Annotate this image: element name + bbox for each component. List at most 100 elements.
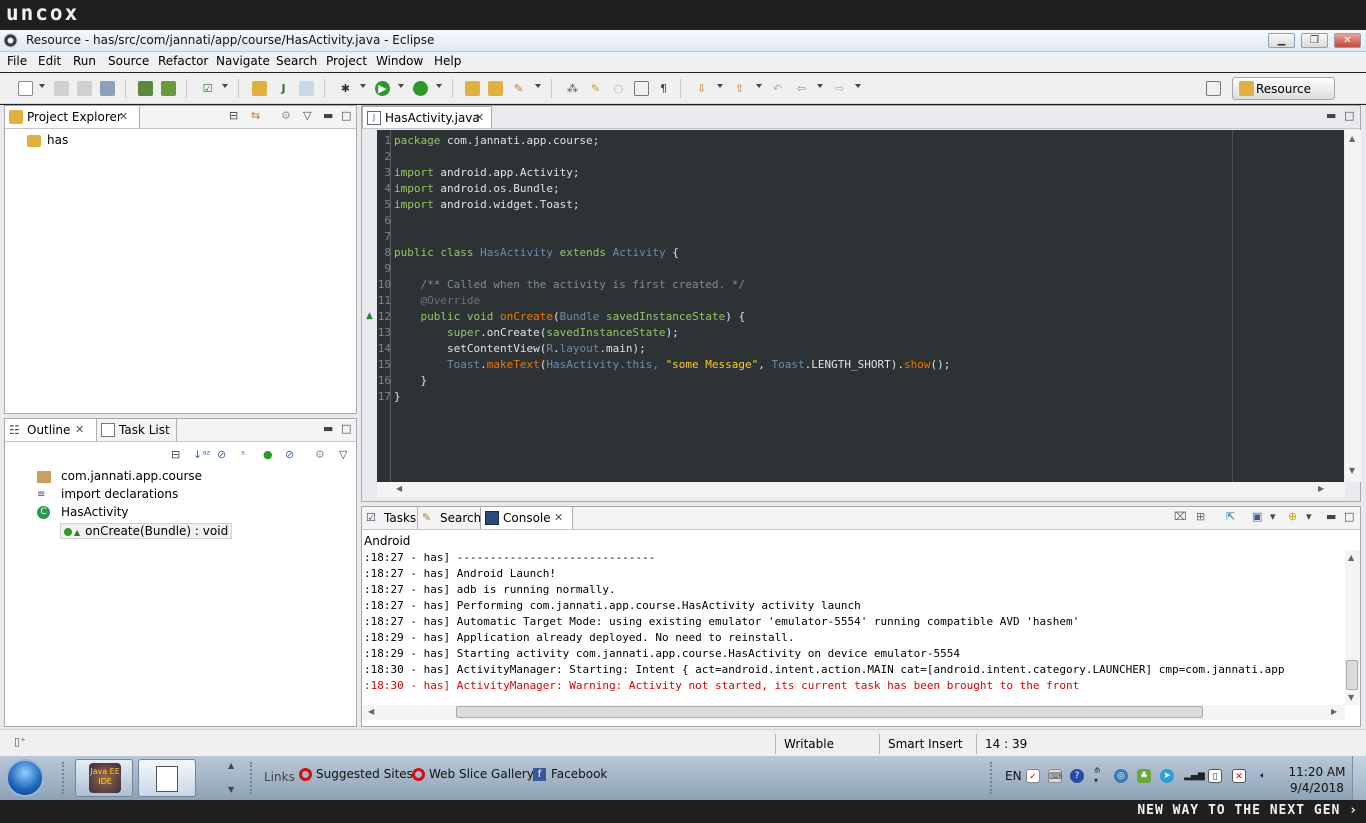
keyboard-icon[interactable]: ⌨ — [1048, 769, 1062, 783]
console-hscroll-thumb[interactable] — [456, 706, 1203, 718]
menu-refactor[interactable]: Refactor — [158, 54, 208, 68]
forward-dropdown-icon[interactable] — [855, 84, 861, 88]
check-dropdown-icon[interactable] — [222, 84, 228, 88]
open-perspective-icon[interactable] — [1206, 81, 1221, 96]
editor-vertical-scrollbar[interactable]: ▲ ▼ — [1345, 130, 1361, 482]
open-folder-icon[interactable] — [488, 81, 503, 96]
view-dropdown-icon[interactable]: ▽ — [303, 109, 311, 122]
new-file-icon[interactable] — [18, 81, 33, 96]
battery-icon[interactable]: ▯ — [1208, 769, 1222, 783]
external-tools-icon[interactable] — [413, 81, 428, 96]
display-console-dropdown-icon[interactable]: ▾ — [1270, 510, 1276, 523]
menu-search[interactable]: Search — [276, 54, 317, 68]
console-scroll-thumb[interactable] — [1346, 660, 1358, 690]
telegram-icon[interactable]: ➤ — [1160, 769, 1174, 783]
maximize-button[interactable]: ❐ — [1301, 33, 1328, 48]
menu-navigate[interactable]: Navigate — [216, 54, 270, 68]
print-icon[interactable] — [100, 81, 115, 96]
taskbar-app-window[interactable] — [138, 759, 196, 797]
highlight-icon[interactable]: ✎ — [588, 81, 603, 96]
network-app-icon[interactable]: ♣ — [1137, 769, 1151, 783]
link-editor-icon[interactable]: ⇆ — [251, 109, 260, 122]
search-tool-icon[interactable]: ✎ — [511, 81, 526, 96]
link-web-slice-gallery[interactable]: Web Slice Gallery — [412, 767, 534, 781]
back-icon[interactable]: ⇦ — [794, 81, 809, 96]
outline-menu-icon[interactable]: ⚙ — [315, 448, 325, 461]
volume-icon[interactable]: 🔈︎ — [1256, 769, 1270, 783]
tray-expand-icon[interactable]: ⟰ ▾ — [1094, 766, 1101, 786]
console-output[interactable]: :18:27 - has] --------------------------… — [362, 550, 1345, 705]
menu-project[interactable]: Project — [326, 54, 367, 68]
last-edit-icon[interactable]: ↶ — [770, 81, 785, 96]
display-console-icon[interactable]: ▣ — [1252, 510, 1262, 523]
tab-console[interactable]: Console ✕ — [481, 507, 573, 529]
scroll-down-icon[interactable]: ▼ — [1349, 466, 1355, 475]
back-dropdown-icon[interactable] — [817, 84, 823, 88]
editor-horizontal-scrollbar[interactable]: ◀ ▶ — [377, 482, 1345, 497]
scroll-lock-icon[interactable]: ⊞ — [1196, 510, 1205, 523]
link-facebook[interactable]: f Facebook — [533, 767, 607, 781]
save-all-icon[interactable] — [77, 81, 92, 96]
prev-annotation-dropdown-icon[interactable] — [756, 84, 762, 88]
close-editor-tab-icon[interactable]: ✕ — [475, 107, 484, 129]
prev-annotation-icon[interactable]: ⇧ — [732, 81, 747, 96]
tab-hasactivity-java[interactable]: J HasActivity.java ✕ — [362, 106, 492, 128]
open-console-dropdown-icon[interactable]: ▾ — [1306, 510, 1312, 523]
maximize-editor-icon[interactable]: □ — [1344, 109, 1354, 122]
minimize-button[interactable]: ▁ — [1268, 33, 1295, 48]
tree-item-project[interactable]: has — [27, 133, 68, 147]
signal-strength-icon[interactable]: ▂▄▆ — [1184, 769, 1205, 783]
next-annotation-icon[interactable]: ⇩ — [694, 81, 709, 96]
tab-project-explorer[interactable]: Project Explorer ✕ — [5, 106, 140, 128]
outline-dropdown-icon[interactable]: ▽ — [339, 448, 347, 461]
checkbox-icon[interactable]: ☑ — [200, 81, 215, 96]
language-indicator[interactable]: EN — [1005, 769, 1022, 783]
hide-local-types-icon[interactable]: ⊘ — [285, 448, 294, 461]
junit-icon[interactable]: J — [276, 81, 291, 96]
console-horizontal-scrollbar[interactable]: ◀ ▶ — [362, 705, 1345, 720]
taskbar-scroll-icon[interactable]: ▲ ▼ — [228, 760, 240, 796]
hide-nonpublic-icon[interactable]: ● — [263, 448, 273, 461]
taskbar-app-eclipse[interactable]: Java EE IDE — [75, 759, 133, 797]
close-outline-icon[interactable]: ✕ — [75, 419, 84, 441]
save-icon[interactable] — [54, 81, 69, 96]
tab-tasks[interactable]: ☑ Tasks — [362, 507, 418, 529]
menu-window[interactable]: Window — [376, 54, 423, 68]
close-console-icon[interactable]: ✕ — [554, 507, 563, 529]
show-desktop-button[interactable] — [1352, 756, 1366, 800]
new-class-icon[interactable] — [299, 81, 314, 96]
menu-file[interactable]: File — [7, 54, 27, 68]
input-method-icon[interactable]: ✓ — [1026, 769, 1040, 783]
run-icon[interactable]: ▶ — [375, 81, 390, 96]
outline-item-imports[interactable]: ≡ import declarations — [37, 487, 178, 501]
tab-task-list[interactable]: Task List — [97, 419, 177, 441]
maximize-console-icon[interactable]: □ — [1344, 510, 1354, 523]
block-selection-icon[interactable] — [634, 81, 649, 96]
android-sdk-icon[interactable] — [161, 81, 176, 96]
sort-icon[interactable]: ↓ᵃᶻ — [193, 448, 211, 461]
search-dropdown-icon[interactable] — [535, 84, 541, 88]
show-whitespace-icon[interactable]: ¶ — [656, 81, 671, 96]
outline-item-class[interactable]: C HasActivity — [37, 505, 129, 519]
code-editor[interactable]: 1 2 3 4 5 6 7 8 9 10 11 12 13 14 15 16 17 package com.ja… — [377, 130, 1344, 482]
close-button[interactable]: ✕ — [1334, 33, 1361, 48]
collapse-outline-icon[interactable]: ⊟ — [171, 448, 180, 461]
run-dropdown-icon[interactable] — [398, 84, 404, 88]
network-disconnected-icon[interactable]: ✕ — [1232, 769, 1246, 783]
scroll-left-icon[interactable]: ◀ — [396, 484, 402, 493]
console-vertical-scrollbar[interactable]: ▲ ▼ — [1345, 550, 1360, 705]
clear-console-icon[interactable]: ⌧ — [1174, 510, 1187, 523]
external-tools-dropdown-icon[interactable] — [436, 84, 442, 88]
import-icon[interactable] — [138, 81, 153, 96]
menu-run[interactable]: Run — [73, 54, 96, 68]
scroll-up-icon[interactable]: ▲ — [1349, 134, 1355, 143]
system-clock[interactable]: 11:20 AM 9/4/2018 — [1285, 764, 1349, 796]
pin-console-icon[interactable]: ⇱ — [1226, 510, 1235, 523]
maximize-view-icon[interactable]: □ — [341, 109, 351, 122]
outline-item-package[interactable]: com.jannati.app.course — [37, 469, 202, 483]
browser-tray-icon[interactable]: ◎ — [1114, 769, 1128, 783]
open-type-icon[interactable] — [465, 81, 480, 96]
minimize-outline-icon[interactable]: ▬ — [323, 422, 333, 435]
outline-item-method[interactable]: ▲ onCreate(Bundle) : void — [60, 523, 233, 539]
scroll-right-icon[interactable]: ▶ — [1318, 484, 1324, 493]
